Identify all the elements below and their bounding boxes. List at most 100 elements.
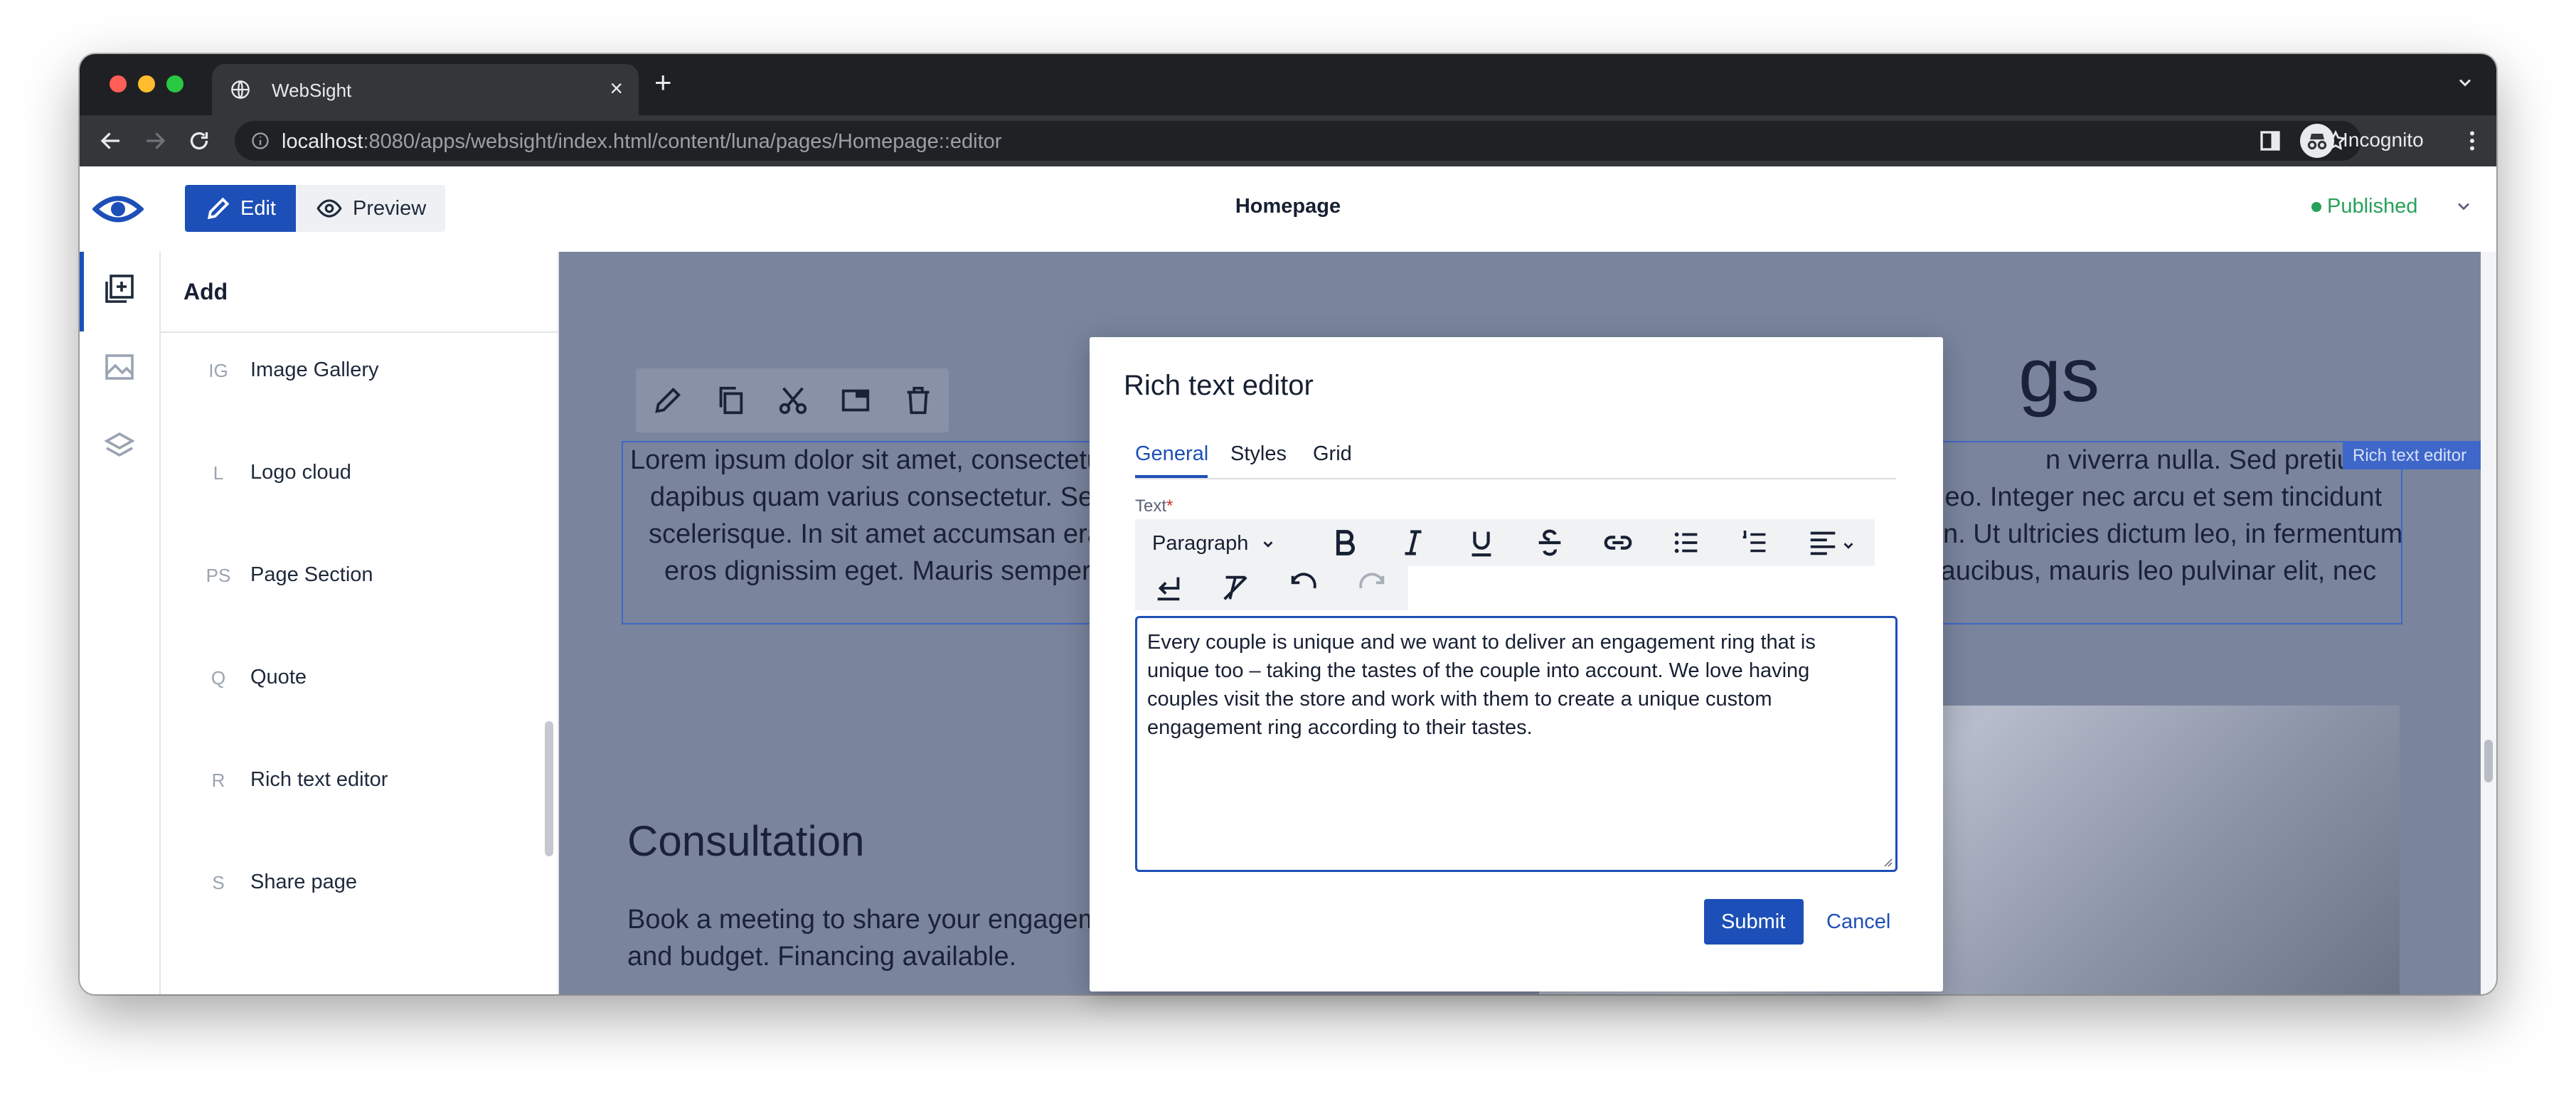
component-abbr: R: [211, 770, 225, 791]
component-name: Quote: [250, 666, 307, 688]
component-item-logo-cloud[interactable]: L Logo cloud: [161, 447, 558, 504]
numbered-list-icon[interactable]: [1738, 526, 1771, 559]
more-vert-icon[interactable]: [2459, 128, 2485, 154]
left-rail: [80, 252, 161, 994]
window-icon[interactable]: [839, 384, 872, 417]
add-component-panel: Add IG Image Gallery L Logo cloud PS Page S…: [161, 252, 559, 994]
active-tab-indicator: [1135, 475, 1208, 478]
address-bar[interactable]: localhost:8080/apps/websight/index.html/…: [235, 121, 2361, 161]
component-abbr: Q: [211, 667, 226, 688]
editor-content: Every couple is unique and we want to de…: [1147, 631, 1816, 739]
consultation-heading: Consultation: [627, 817, 865, 865]
copy-icon[interactable]: [714, 384, 747, 417]
component-name: Share page: [250, 871, 357, 893]
chevron-down-icon[interactable]: [2455, 73, 2475, 92]
status-label: Published: [2327, 195, 2418, 218]
link-icon[interactable]: [1602, 526, 1634, 559]
dialog-title: Rich text editor: [1124, 370, 1314, 401]
undo-icon[interactable]: [1287, 572, 1320, 605]
component-item-quote[interactable]: Q Quote: [161, 651, 558, 708]
cancel-button[interactable]: Cancel: [1826, 910, 1890, 934]
close-window-button[interactable]: [110, 75, 127, 92]
tab-grid[interactable]: Grid: [1313, 442, 1352, 466]
clear-format-icon[interactable]: [1219, 572, 1252, 605]
rich-text-input[interactable]: Every couple is unique and we want to de…: [1135, 616, 1898, 872]
component-item-image-gallery[interactable]: IG Image Gallery: [161, 344, 558, 401]
pencil-icon[interactable]: [651, 384, 684, 417]
rich-text-editor-dialog: Rich text editor General Styles Grid Tex…: [1090, 337, 1943, 991]
lorem-line: eros dignissim eget. Mauris semper a: [664, 556, 1114, 586]
incognito-label: Incognito: [2343, 129, 2424, 151]
component-name: Page Section: [250, 563, 373, 586]
lorem-line: Lorem ipsum dolor sit amet, consectetu: [630, 445, 1102, 475]
globe-icon: [231, 80, 250, 99]
lorem-line: n. Ut ultricies dictum leo, in fermentum: [1943, 519, 2403, 549]
lorem-line: leo. Integer nec arcu et sem tincidunt: [1939, 482, 2383, 512]
canvas-scrollbar[interactable]: [2481, 252, 2496, 994]
italic-icon[interactable]: [1397, 526, 1430, 559]
page-title: Homepage: [1235, 195, 1341, 218]
maximize-window-button[interactable]: [166, 75, 183, 92]
url-text: localhost:8080/apps/websight/index.html/…: [282, 130, 1002, 153]
bold-icon[interactable]: [1329, 526, 1361, 559]
forward-arrow-icon[interactable]: [142, 128, 168, 154]
align-left-icon[interactable]: [1806, 526, 1839, 559]
component-item-rich-text-editor[interactable]: R Rich text editor: [161, 754, 558, 811]
toolbar-row: Paragraph: [1135, 519, 1875, 566]
browser-tab[interactable]: WebSight ×: [212, 64, 639, 115]
chevron-down-icon: [1263, 541, 1272, 548]
scrollbar-thumb[interactable]: [545, 721, 553, 856]
tab-title: WebSight: [272, 80, 352, 101]
component-abbr: PS: [206, 565, 231, 586]
reload-icon[interactable]: [186, 128, 212, 154]
component-abbr: IG: [208, 360, 228, 381]
resize-handle-icon[interactable]: [1883, 857, 1893, 867]
dialog-tabs: General Styles Grid: [1135, 442, 1896, 479]
scrollbar-thumb[interactable]: [2484, 740, 2493, 782]
redo-icon[interactable]: [1356, 572, 1388, 605]
component-context-toolbar: [636, 368, 949, 432]
minimize-window-button[interactable]: [138, 75, 155, 92]
panel-header: Add: [161, 252, 558, 333]
publish-status-dropdown[interactable]: Published: [2311, 195, 2469, 218]
underline-icon[interactable]: [1465, 526, 1498, 559]
trash-icon[interactable]: [902, 384, 935, 417]
side-panel-icon[interactable]: [2257, 128, 2283, 154]
bullet-list-icon[interactable]: [1670, 526, 1703, 559]
component-name-badge: Rich text editor: [2343, 441, 2496, 469]
info-icon[interactable]: [250, 131, 270, 151]
new-tab-button[interactable]: +: [654, 68, 672, 97]
tab-styles[interactable]: Styles: [1230, 442, 1287, 466]
consultation-text: Book a meeting to share your engageme: [627, 905, 1116, 935]
rich-text-toolbar: Paragraph: [1135, 519, 1896, 612]
component-item-page-section[interactable]: PS Page Section: [161, 549, 558, 606]
tab-general[interactable]: General: [1135, 442, 1208, 466]
page-heading-right: gs: [2018, 331, 2100, 417]
image-assets-icon[interactable]: [102, 350, 137, 384]
back-arrow-icon[interactable]: [98, 128, 124, 154]
lorem-line: scelerisque. In sit amet accumsan erat.: [649, 519, 1117, 549]
cut-icon[interactable]: [777, 384, 809, 417]
status-dot: [2311, 202, 2321, 213]
rail-active-indicator: [80, 252, 84, 331]
close-tab-icon[interactable]: ×: [610, 75, 623, 102]
line-break-icon[interactable]: [1152, 572, 1185, 605]
app-header: Edit Preview Homepage Published: [80, 166, 2496, 253]
panel-scrollbar[interactable]: [539, 252, 558, 994]
component-name: Rich text editor: [250, 768, 388, 791]
component-name: Image Gallery: [250, 358, 379, 381]
consultation-text: and budget. Financing available.: [627, 942, 1017, 972]
component-abbr: S: [212, 872, 225, 893]
submit-button[interactable]: Submit: [1704, 899, 1804, 945]
panel-title: Add: [183, 279, 228, 304]
text-field-label: Text*: [1135, 496, 1173, 516]
layers-icon[interactable]: [102, 430, 137, 464]
toolbar-row: [1135, 566, 1408, 610]
chevron-down-icon[interactable]: [1841, 538, 1856, 553]
component-item-share-page[interactable]: S Share page: [161, 856, 558, 913]
incognito-icon[interactable]: [2300, 124, 2334, 158]
strikethrough-icon[interactable]: [1533, 526, 1566, 559]
add-component-icon[interactable]: [102, 272, 137, 306]
block-format-select[interactable]: Paragraph: [1152, 532, 1276, 555]
lorem-line: dapibus quam varius consectetur. Sed: [650, 482, 1109, 512]
